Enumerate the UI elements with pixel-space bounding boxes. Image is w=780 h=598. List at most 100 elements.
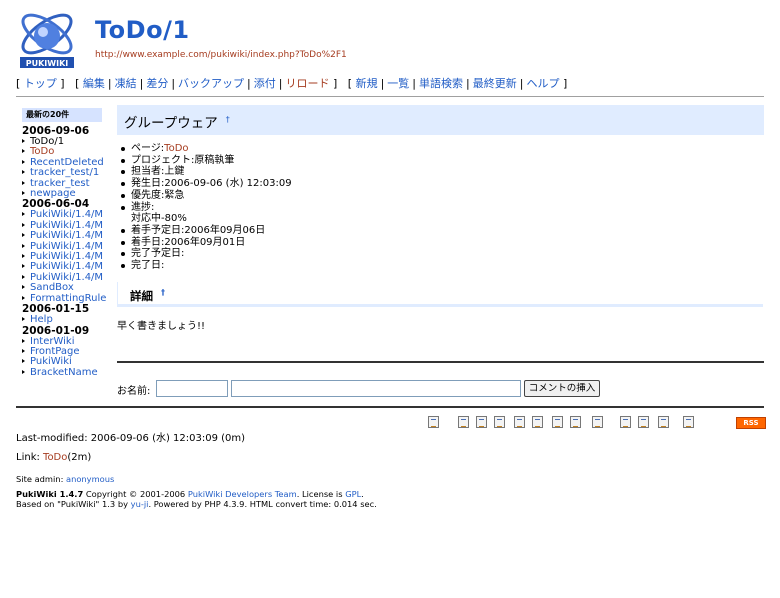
heading-anchor-link[interactable]: † — [226, 115, 230, 124]
recent-page-link[interactable]: FormattingRule — [30, 293, 106, 304]
upload-icon[interactable] — [532, 416, 543, 428]
menubar: 最新の20件 2006-09-06 ToDo/1 ToDo RecentDeleted… — [16, 106, 108, 378]
recent-page-link[interactable]: PukiWiki/1.4/M — [30, 241, 103, 252]
property-list: ページ:ToDo プロジェクト:原稿執筆 担当者:上鍵 発生日:2006-09-… — [117, 143, 764, 272]
nav-freeze[interactable]: 凍結 — [115, 77, 137, 90]
detail-heading: 詳細 † — [117, 281, 763, 307]
search-icon[interactable] — [638, 416, 649, 428]
bullet-arrow-icon — [22, 264, 25, 269]
based-on-text: Based on "PukiWiki" 1.3 by — [16, 499, 131, 509]
bullet-arrow-icon — [22, 369, 25, 374]
recent-page-link[interactable]: BracketName — [30, 367, 98, 378]
nav-reload[interactable]: リロード — [285, 77, 329, 90]
diff-icon[interactable] — [494, 416, 505, 428]
detail-heading-text: 詳細 — [130, 288, 153, 303]
comment-submit-button[interactable]: コメントの挿入 — [524, 380, 600, 397]
recent-page-link[interactable]: SandBox — [30, 282, 74, 293]
copy-icon[interactable] — [552, 416, 563, 428]
gpl-link[interactable]: GPL — [345, 489, 361, 499]
detail-text: 早く書きましょう!! — [117, 320, 206, 332]
recent-page-link[interactable]: InterWiki — [30, 336, 75, 347]
bullet-arrow-icon — [22, 295, 25, 300]
list-item: 着手予定日:2006年09月06日 — [121, 225, 764, 237]
nav-new[interactable]: 新規 — [356, 77, 378, 90]
bullet-arrow-icon — [22, 274, 25, 279]
copyright-text: Copyright © 2001-2006 — [83, 488, 188, 499]
top-icon[interactable] — [428, 416, 439, 428]
dev-team-link[interactable]: PukiWiki Developers Team — [188, 489, 297, 499]
list-item[interactable]: Help — [22, 314, 108, 325]
prop-project: プロジェクト:原稿執筆 — [131, 154, 235, 166]
bullet-arrow-icon — [22, 180, 25, 185]
recent-page-link[interactable]: PukiWiki/1.4/M — [30, 209, 103, 220]
backup-icon[interactable] — [514, 416, 525, 428]
recent-page-link[interactable]: PukiWiki/1.4/M — [30, 261, 103, 272]
powered-by-text: . Powered by PHP 4.3.9. HTML convert tim… — [148, 499, 377, 509]
recent-page-link[interactable]: tracker_test/1 — [30, 167, 99, 178]
page-title[interactable]: ToDo/1 — [95, 16, 190, 44]
recent-icon[interactable] — [658, 416, 669, 428]
prop-done: 完了日: — [131, 260, 165, 272]
related-age: (2m) — [67, 452, 92, 463]
recent-page-link[interactable]: PukiWiki — [30, 356, 72, 367]
license-end: . — [361, 488, 364, 499]
prop-page-link[interactable]: ToDo — [164, 143, 188, 154]
reload-icon[interactable] — [570, 416, 581, 428]
edit-icon[interactable] — [458, 416, 469, 428]
recent-page-link[interactable]: tracker_test — [30, 178, 90, 189]
based-on-line: Based on "PukiWiki" 1.3 by yu-ji. Powere… — [16, 499, 377, 510]
nav-search[interactable]: 単語検索 — [419, 77, 463, 90]
site-admin-label: Site admin: — [16, 474, 66, 484]
pukiwiki-logo[interactable]: PUKIWIKI — [16, 8, 78, 70]
site-admin-link[interactable]: anonymous — [66, 474, 114, 484]
nav-edit[interactable]: 編集 — [83, 77, 105, 90]
bullet-arrow-icon — [22, 222, 25, 227]
author-link[interactable]: yu-ji — [131, 499, 149, 509]
recent-page-link[interactable]: ToDo — [30, 146, 54, 157]
page-url[interactable]: http://www.example.com/pukiwiki/index.ph… — [95, 50, 347, 60]
list-item[interactable]: BracketName — [22, 367, 108, 378]
nav-recent[interactable]: 最終更新 — [473, 77, 517, 90]
prop-progress-label: 進捗: — [131, 201, 155, 213]
comment-message-input[interactable] — [231, 380, 521, 397]
current-page-label: ToDo/1 — [30, 136, 65, 147]
prop-start: 着手日:2006年09月01日 — [131, 236, 246, 248]
license-text: . License is — [296, 488, 346, 499]
navigator: [ トップ ] [ 編集 | 凍結 | 差分 | バックアップ | 添付 | リロード ] [ 新規… — [16, 75, 567, 91]
comment-name-input[interactable] — [156, 380, 228, 397]
new-icon[interactable] — [592, 416, 603, 428]
bullet-arrow-icon — [22, 139, 25, 143]
nav-attach[interactable]: 添付 — [254, 77, 276, 90]
related-label: Link: — [16, 452, 44, 463]
nav-backup[interactable]: バックアップ — [178, 77, 244, 90]
pukiwiki-version: PukiWiki 1.4.7 — [16, 488, 84, 499]
list-item: ページ:ToDo — [121, 143, 764, 155]
recent-page-link[interactable]: newpage — [30, 188, 76, 199]
list-icon[interactable] — [620, 416, 631, 428]
recent-page-link[interactable]: PukiWiki/1.4/M — [30, 272, 103, 283]
recent-page-link[interactable]: FrontPage — [30, 346, 80, 357]
bullet-arrow-icon — [22, 243, 25, 248]
recent-page-link[interactable]: PukiWiki/1.4/M — [30, 251, 103, 262]
nav-group-site: [ 新規 | 一覧 | 単語検索 | 最終更新 | ヘルプ ] — [347, 77, 568, 90]
prop-done-plan: 完了予定日: — [131, 248, 185, 260]
recent-pages-list: 2006-09-06 ToDo/1 ToDo RecentDeleted tracker… — [16, 126, 108, 378]
recent-page-link[interactable]: Help — [30, 314, 53, 325]
header-divider — [16, 96, 764, 97]
freeze-icon[interactable] — [476, 416, 487, 428]
nav-list[interactable]: 一覧 — [387, 77, 409, 90]
logo-text: PUKIWIKI — [26, 59, 69, 68]
nav-diff[interactable]: 差分 — [146, 77, 168, 90]
bullet-arrow-icon — [22, 317, 25, 322]
help-icon[interactable] — [683, 416, 694, 428]
detail-anchor-link[interactable]: † — [161, 288, 165, 297]
recent-page-link[interactable]: PukiWiki/1.4/M — [30, 230, 103, 241]
list-item: 優先度:緊急 — [121, 190, 764, 202]
recent-page-link[interactable]: RecentDeleted — [30, 157, 104, 168]
nav-top[interactable]: トップ — [24, 77, 57, 90]
rss-icon[interactable]: RSS — [736, 417, 766, 429]
nav-help[interactable]: ヘルプ — [526, 77, 559, 90]
related-link[interactable]: ToDo — [43, 452, 67, 463]
recent-page-link[interactable]: PukiWiki/1.4/M — [30, 220, 103, 231]
prop-page-label: ページ: — [131, 143, 165, 154]
